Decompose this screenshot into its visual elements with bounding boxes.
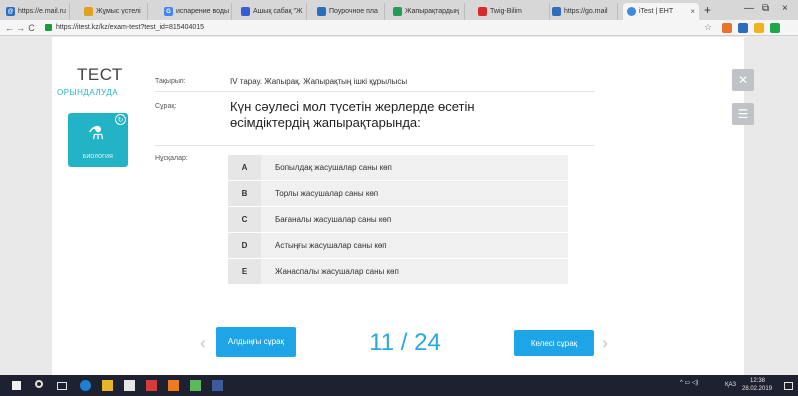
question-text: Күн сәулесі мол түсетін жерлерде өсетін …	[230, 99, 475, 130]
language-indicator[interactable]: ҚАЗ	[725, 382, 736, 388]
option-letter: A	[228, 155, 261, 180]
google-icon: G	[164, 7, 173, 16]
windows-start-icon[interactable]	[12, 381, 21, 390]
file-explorer-icon[interactable]	[102, 380, 113, 391]
option-b[interactable]: B Торлы жасушалар саны көп	[228, 181, 568, 206]
options-list: A Бопылдақ жасушалар саны көп B Торлы жа…	[228, 155, 568, 285]
option-text: Бопылдақ жасушалар саны көп	[261, 155, 568, 180]
browser-tab-active[interactable]: iTest | ЕНТ ×	[623, 3, 699, 20]
media-player-icon[interactable]	[168, 380, 179, 391]
bookmark-star-icon[interactable]: ☆	[704, 22, 712, 33]
restore-button[interactable]: ⧉	[762, 3, 769, 14]
site-icon	[241, 7, 250, 16]
mail-icon[interactable]	[146, 380, 157, 391]
url-field[interactable]: https://itest.kz/kz/exam-test?test_id=81…	[56, 24, 204, 31]
minimize-button[interactable]: —	[744, 3, 754, 14]
mail-icon	[552, 7, 561, 16]
notification-icon[interactable]	[784, 382, 793, 390]
new-tab-button[interactable]: +	[704, 3, 711, 17]
refresh-icon: ↻	[115, 114, 126, 125]
itest-icon	[627, 7, 636, 16]
option-d[interactable]: D Астыңғы жасушалар саны көп	[228, 233, 568, 258]
chevron-left-icon[interactable]: ‹	[200, 333, 206, 354]
topic-text: IV тарау. Жапырақ. Жапырақтың ішкі құрыл…	[230, 77, 408, 86]
question-label: Сұрақ:	[155, 103, 177, 110]
question-list-button[interactable]: ☰	[732, 103, 754, 125]
divider	[155, 91, 595, 92]
browser-tab[interactable]: @ https://e.mail.ru	[2, 3, 70, 20]
next-question-button[interactable]: Келесі сұрақ	[514, 330, 594, 356]
question-counter: 11 / 24	[369, 329, 441, 356]
options-label: Нұсқалар:	[155, 155, 188, 162]
mail-icon: @	[6, 7, 15, 16]
sidebar-title: ТЕСТ	[77, 65, 123, 84]
subject-label: БИОЛОГИЯ	[82, 154, 114, 160]
divider	[155, 145, 595, 146]
option-text: Бағаналы жасушалар саны көп	[261, 207, 568, 232]
store-icon[interactable]	[124, 380, 135, 391]
extension-icon[interactable]	[722, 23, 732, 33]
option-a[interactable]: A Бопылдақ жасушалар саны көп	[228, 155, 568, 180]
option-letter: E	[228, 259, 261, 284]
search-icon[interactable]	[35, 380, 43, 388]
option-text: Торлы жасушалар саны көп	[261, 181, 568, 206]
edge-icon[interactable]	[80, 380, 91, 391]
sidebar-status: ОРЫНДАЛУДА	[57, 88, 119, 97]
option-text: Жанаспалы жасушалар саны көп	[261, 259, 568, 284]
app-icon[interactable]	[190, 380, 201, 391]
extension-icon[interactable]	[738, 23, 748, 33]
page-content: ТЕСТ ОРЫНДАЛУДА ↻ ⚗ БИОЛОГИЯ Тақырып: IV…	[52, 37, 754, 375]
site-icon	[393, 7, 402, 16]
clock-time[interactable]: 12:38	[750, 378, 765, 384]
app-icon[interactable]	[212, 380, 223, 391]
browser-tab[interactable]: https://go.mail	[548, 3, 618, 20]
tray-icons[interactable]: ^ ▭ ◁)	[680, 379, 698, 386]
microscope-icon: ⚗	[88, 123, 105, 143]
browser-tab[interactable]: Twig-Bilim	[474, 3, 550, 20]
browser-tab[interactable]: Жапырақтардың	[389, 3, 465, 20]
chevron-right-icon[interactable]: ›	[602, 333, 608, 354]
clock-date[interactable]: 28.02.2019	[742, 386, 772, 392]
site-icon	[478, 7, 487, 16]
forward-icon[interactable]: →	[15, 23, 26, 33]
subject-card[interactable]: ↻ ⚗ БИОЛОГИЯ	[68, 113, 128, 167]
browser-tab[interactable]: Ашық сабақ "Ж	[237, 3, 307, 20]
option-letter: C	[228, 207, 261, 232]
doc-icon	[317, 7, 326, 16]
extension-icon[interactable]	[754, 23, 764, 33]
back-icon[interactable]: ←	[4, 23, 15, 33]
address-bar: ← → C https://itest.kz/kz/exam-test?test…	[0, 20, 798, 36]
browser-tab[interactable]: Жұмыс үстелі	[80, 3, 148, 20]
close-window-button[interactable]: ×	[782, 3, 788, 14]
lock-icon	[45, 24, 52, 31]
close-tab-icon[interactable]: ×	[690, 7, 695, 16]
option-text: Астыңғы жасушалар саны көп	[261, 233, 568, 258]
desktop-icon	[84, 7, 93, 16]
browser-tab[interactable]: G испарение воды	[160, 3, 232, 20]
task-view-icon[interactable]	[57, 382, 67, 390]
prev-question-button[interactable]: Алдыңғы сұрақ	[216, 327, 296, 357]
option-e[interactable]: E Жанаспалы жасушалар саны көп	[228, 259, 568, 284]
option-letter: B	[228, 181, 261, 206]
topic-label: Тақырып:	[155, 78, 186, 85]
windows-taskbar: ^ ▭ ◁) ҚАЗ 12:38 28.02.2019	[0, 375, 798, 396]
browser-tab-bar: @ https://e.mail.ru Жұмыс үстелі G испар…	[0, 0, 798, 20]
extension-icon[interactable]	[770, 23, 780, 33]
option-letter: D	[228, 233, 261, 258]
close-test-button[interactable]: ✕	[732, 69, 754, 91]
browser-tab[interactable]: Поурочное пла	[313, 3, 385, 20]
option-c[interactable]: C Бағаналы жасушалар саны көп	[228, 207, 568, 232]
reload-icon[interactable]: C	[26, 23, 37, 33]
